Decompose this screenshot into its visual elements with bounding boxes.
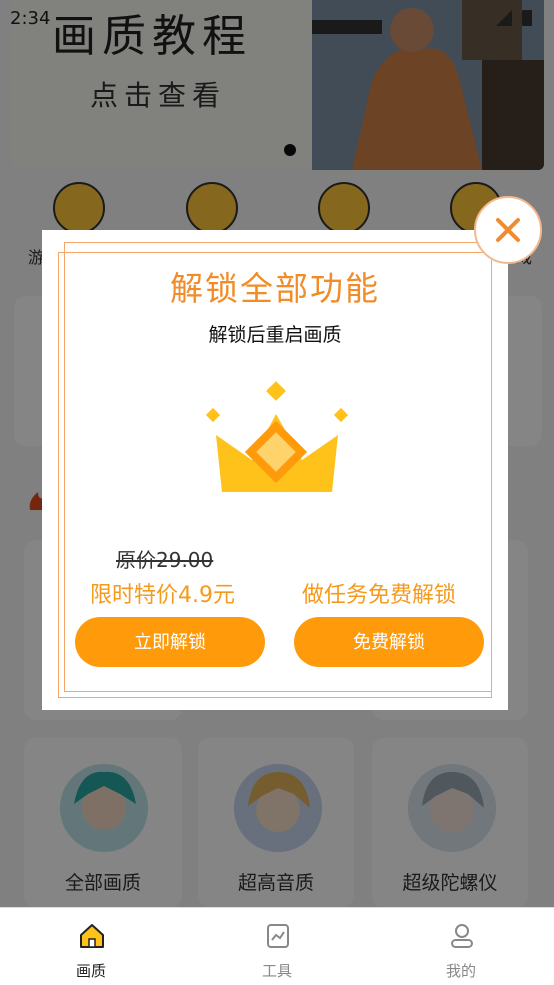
task-unlock-label: 做任务免费解锁 — [302, 583, 457, 608]
nav-label: 画质 — [75, 962, 106, 980]
close-button[interactable] — [474, 196, 542, 264]
unlock-modal: 解锁全部功能 解锁后重启画质 原价29.00 限时特价4.9元 做任务免费解锁 … — [42, 230, 508, 710]
home-icon — [80, 924, 104, 948]
crown-icon — [205, 381, 349, 492]
close-icon — [496, 218, 520, 242]
promo-price: 限时特价4.9元 — [90, 583, 235, 608]
bottom-nav: 画质 工具 我的 — [0, 907, 554, 985]
user-icon — [451, 924, 473, 948]
nav-item-tools[interactable]: 工具 — [232, 918, 322, 980]
modal-subtitle: 解锁后重启画质 — [208, 324, 342, 346]
nav-label: 工具 — [261, 962, 292, 980]
free-unlock-button[interactable]: 免费解锁 — [294, 617, 484, 667]
modal-title: 解锁全部功能 — [170, 269, 380, 308]
nav-label: 我的 — [445, 962, 476, 980]
nav-item-mine[interactable]: 我的 — [416, 918, 506, 980]
original-price: 原价29.00 — [116, 548, 214, 572]
unlock-now-button[interactable]: 立即解锁 — [75, 617, 265, 667]
nav-item-quality[interactable]: 画质 — [46, 918, 136, 980]
chart-icon — [267, 924, 289, 948]
